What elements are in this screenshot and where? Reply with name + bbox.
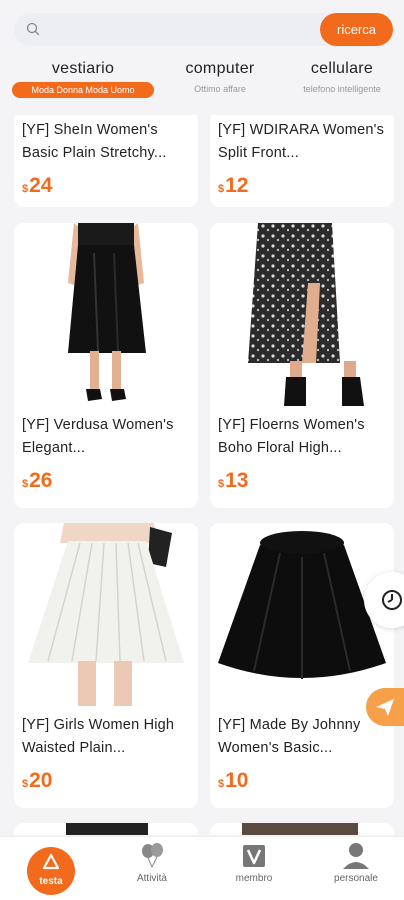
product-card[interactable] <box>210 823 394 835</box>
nav-label: personale <box>334 873 378 884</box>
product-card[interactable]: [YF] Girls Women High Waisted Plain... $… <box>14 523 198 808</box>
bottom-nav: testa Attività membro personale <box>0 836 404 900</box>
person-icon <box>343 843 369 869</box>
product-title: [YF] SheIn Women's Basic Plain Stretchy.… <box>22 122 167 161</box>
history-button[interactable] <box>364 572 404 628</box>
product-price: $20 <box>22 769 53 792</box>
send-icon <box>376 699 394 716</box>
product-card[interactable]: [YF] SheIn Women's Basic Plain Stretchy.… <box>14 115 198 207</box>
product-card[interactable]: [YF] Floerns Women's Boho Floral High...… <box>210 223 394 508</box>
category-subtitle: Ottimo affare <box>194 84 246 94</box>
category-tab-cellulare[interactable]: cellulare telefono intelligente <box>290 60 394 94</box>
product-image <box>242 823 358 835</box>
category-title: cellulare <box>310 60 374 77</box>
nav-item-testa[interactable]: testa <box>0 837 102 900</box>
product-price: $12 <box>218 174 249 197</box>
product-grid: [YF] SheIn Women's Basic Plain Stretchy.… <box>0 115 404 835</box>
category-tab-computer[interactable]: computer Ottimo affare <box>172 60 268 94</box>
search-bar[interactable]: ricerca <box>14 13 393 46</box>
search-input[interactable] <box>48 13 308 46</box>
product-title: [YF] WDIRARA Women's Split Front... <box>218 122 385 161</box>
category-subtitle: telefono intelligente <box>303 84 381 94</box>
home-button[interactable]: testa <box>27 847 75 895</box>
category-tabs: vestiario Moda Donna Moda Uomo computer … <box>0 60 404 110</box>
product-price: $13 <box>218 469 249 492</box>
product-card[interactable]: [YF] WDIRARA Women's Split Front... $12 <box>210 115 394 207</box>
nav-item-personale[interactable]: personale <box>326 837 386 900</box>
product-price: $10 <box>218 769 249 792</box>
product-card[interactable]: [YF] Verdusa Women's Elegant... $26 <box>14 223 198 508</box>
category-subtitle: Moda Donna Moda Uomo <box>12 82 154 98</box>
product-image <box>210 223 394 406</box>
share-button[interactable] <box>366 688 404 726</box>
product-title: [YF] Girls Women High Waisted Plain... <box>22 717 175 756</box>
product-price: $26 <box>22 469 53 492</box>
product-card[interactable] <box>14 823 198 835</box>
nav-label: testa <box>39 876 63 887</box>
product-card[interactable]: [YF] Made By Johnny Women's Basic... $10 <box>210 523 394 808</box>
product-image <box>14 223 198 406</box>
home-icon <box>42 853 60 870</box>
clock-icon <box>382 590 402 610</box>
search-icon <box>26 22 40 36</box>
nav-label: membro <box>235 873 273 884</box>
product-title: [YF] Floerns Women's Boho Floral High... <box>218 417 365 456</box>
nav-item-membro[interactable]: membro <box>224 837 284 900</box>
product-image <box>14 523 198 706</box>
category-tab-vestiario[interactable]: vestiario Moda Donna Moda Uomo <box>12 60 154 98</box>
product-title: [YF] Verdusa Women's Elegant... <box>22 417 174 456</box>
category-title: computer <box>185 60 255 77</box>
v-badge-icon <box>243 845 265 867</box>
search-button[interactable]: ricerca <box>320 13 393 46</box>
product-price: $24 <box>22 174 53 197</box>
product-image <box>66 823 148 835</box>
nav-label: Attività <box>136 873 167 884</box>
category-title: vestiario <box>51 60 115 77</box>
nav-item-attivita[interactable]: Attività <box>122 837 182 900</box>
balloons-icon <box>142 843 163 868</box>
